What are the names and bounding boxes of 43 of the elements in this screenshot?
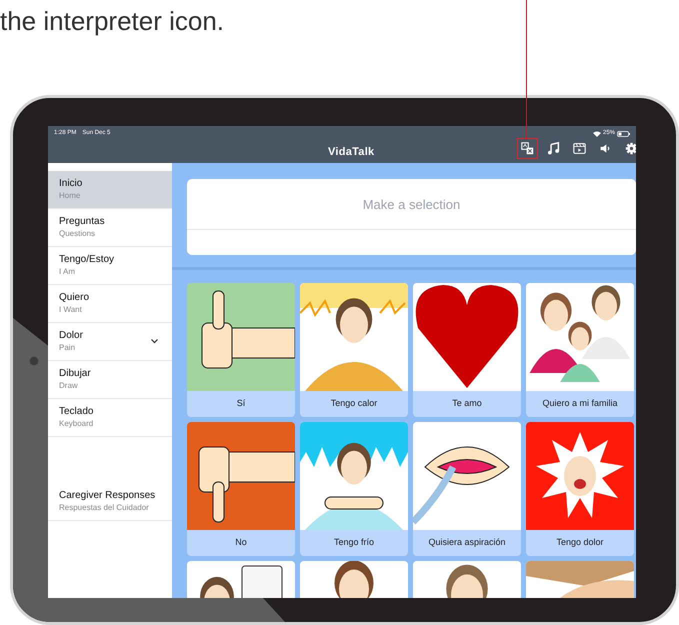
item-label: Caregiver Responses	[59, 490, 156, 502]
item-label: Quiero	[59, 292, 90, 304]
symbol-tile[interactable]: No	[187, 422, 295, 556]
music-note-icon	[547, 142, 560, 155]
symbol-tile[interactable]: Tengo dolor	[526, 422, 634, 556]
item-sublabel: Respuestas del Cuidador	[59, 502, 150, 514]
symbol-tile[interactable]: Quiero a mi familia	[526, 283, 634, 417]
symbol-tile[interactable]: Quisiera aspiración	[413, 422, 521, 556]
symbol-tile[interactable]: Te amo	[413, 283, 521, 417]
film-icon	[573, 142, 586, 155]
tile-label: Tengo calor	[330, 397, 378, 410]
toolbar-button[interactable]	[517, 138, 538, 159]
tile-label: Quisiera aspiración	[428, 536, 506, 550]
item-sublabel: Pain	[59, 342, 76, 354]
item-sublabel: Draw	[59, 380, 79, 392]
translate-icon	[521, 142, 534, 155]
symbol-tile[interactable]: Tengo calor	[300, 283, 408, 417]
tile-label: Te amo	[452, 397, 482, 410]
caption-text: the interpreter icon.	[0, 5, 226, 34]
item-sublabel: Keyboard	[59, 418, 94, 430]
item-label: Tengo/Estoy	[59, 254, 114, 266]
item-sublabel: Questions	[59, 228, 96, 240]
item-label: Teclado	[59, 406, 94, 418]
selection-field[interactable]: Make a selection	[187, 179, 636, 255]
item-label: Inicio	[59, 178, 82, 190]
item-sublabel: I Am	[59, 266, 76, 278]
wifi-icon	[592, 130, 601, 136]
window-title: VidaTalk	[328, 145, 374, 160]
battery-icon	[617, 130, 630, 136]
tile-label: No	[235, 536, 247, 550]
symbol-tile[interactable]: Tengo frío	[300, 422, 408, 556]
item-sublabel: Home	[59, 190, 82, 202]
item-label: Dolor	[59, 330, 83, 342]
speaker-icon	[599, 142, 612, 155]
tile-label: Tengo frío	[334, 536, 374, 550]
sidebar-item[interactable]: Inicio Home	[48, 171, 172, 209]
tile-label: Tengo dolor	[556, 536, 604, 550]
tile-label: Sí	[236, 397, 246, 410]
item-label: Preguntas	[59, 216, 105, 228]
item-sublabel: I Want	[59, 304, 83, 316]
item-label: Dibujar	[59, 368, 91, 380]
symbol-tile[interactable]: Sí	[187, 283, 295, 417]
tile-label: Quiero a mi familia	[542, 397, 618, 410]
